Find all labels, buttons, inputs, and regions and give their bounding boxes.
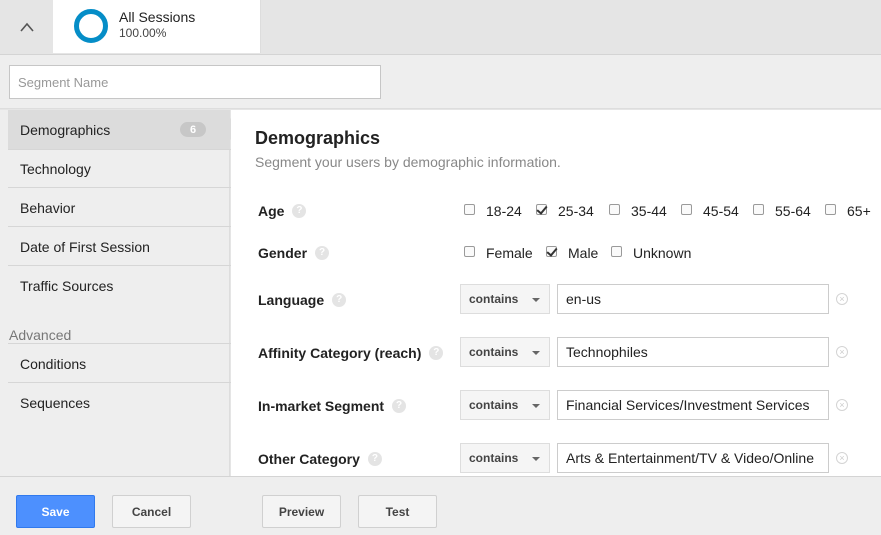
chevron-up-icon [19,22,34,32]
checkbox-label: 25-34 [558,203,594,219]
language-value-input[interactable] [557,284,829,314]
sidebar-item-date-of-first-session[interactable]: Date of First Session [8,227,246,266]
sidebar-item-label: Traffic Sources [20,277,114,294]
checkbox-box[interactable] [464,245,475,257]
checkbox-label: 45-54 [703,203,739,219]
sidebar-item-traffic-sources[interactable]: Traffic Sources [8,266,246,305]
affinity-operator-select[interactable]: contains [460,337,550,367]
segment-card[interactable]: All Sessions 100.00% [53,0,261,53]
checkbox-label: Unknown [633,245,692,261]
help-icon[interactable]: ? [392,399,407,413]
checkbox-label: 65+ [847,203,871,219]
sidebar-item-behavior[interactable]: Behavior [8,188,246,227]
in-market-value-input[interactable] [557,390,829,420]
operator-value: contains [469,292,519,306]
gender-male-checkbox[interactable]: Male [546,245,598,261]
field-label-text: Gender [258,245,308,261]
age-25-34-checkbox[interactable]: 25-34 [536,203,594,219]
sidebar-item-label: Conditions [20,355,87,372]
save-button[interactable]: Save [16,495,95,528]
checkbox-label: Female [486,245,533,261]
field-label-text: Language [258,292,325,308]
checkbox-box[interactable] [546,245,557,257]
collapse-button[interactable] [0,0,53,53]
sidebar-item-demographics[interactable]: Demographics 6 [8,110,230,149]
age-label: Age ? [258,203,307,219]
advanced-heading: Advanced [9,327,72,343]
other-category-operator-select[interactable]: contains [460,443,550,473]
sidebar-item-conditions[interactable]: Conditions [8,344,246,383]
caret-down-icon [532,457,540,461]
help-icon[interactable]: ? [292,204,307,218]
field-label-text: In-market Segment [258,398,385,414]
checkbox-label: 55-64 [775,203,811,219]
action-bar: Save Cancel Preview Test [0,476,881,535]
demographics-panel: Demographics Segment your users by demog… [231,110,881,476]
affinity-category-label: Affinity Category (reach) ? [258,345,444,361]
help-icon[interactable]: ? [429,346,444,360]
test-button[interactable]: Test [358,495,437,528]
in-market-operator-select[interactable]: contains [460,390,550,420]
preview-button[interactable]: Preview [262,495,341,528]
sidebar-item-technology[interactable]: Technology [8,149,246,188]
language-operator-select[interactable]: contains [460,284,550,314]
cancel-button[interactable]: Cancel [112,495,191,528]
in-market-segment-label: In-market Segment ? [258,398,407,414]
caret-down-icon [532,404,540,408]
caret-down-icon [532,298,540,302]
sidebar-item-label: Date of First Session [20,238,150,255]
segment-name-input[interactable] [9,65,381,99]
segment-percent: 100.00% [119,26,167,40]
help-icon[interactable]: ? [332,293,347,307]
sidebar-item-label: Technology [20,160,91,177]
filter-count-badge: 6 [180,122,206,137]
checkbox-box[interactable] [681,203,692,215]
field-label-text: Age [258,203,285,219]
panel-title: Demographics [255,128,381,148]
segment-header: All Sessions 100.00% [0,0,881,55]
sidebar-item-sequences[interactable]: Sequences [8,383,246,422]
other-category-value-input[interactable] [557,443,829,473]
clear-icon[interactable]: × [836,452,848,464]
other-category-label: Other Category ? [258,451,382,467]
affinity-value-input[interactable] [557,337,829,367]
clear-icon[interactable]: × [836,346,848,358]
clear-icon[interactable]: × [836,399,848,411]
sidebar-item-label: Sequences [20,394,91,411]
language-label: Language ? [258,292,347,308]
checkbox-label: Male [568,245,599,261]
operator-value: contains [469,345,519,359]
operator-value: contains [469,398,519,412]
segment-ring-icon [74,9,108,43]
checkbox-label: 18-24 [486,203,522,219]
gender-female-checkbox[interactable]: Female [464,245,533,261]
segment-name-row [0,55,881,109]
age-55-64-checkbox[interactable]: 55-64 [753,203,811,219]
sidebar-item-label: Behavior [20,199,76,216]
checkbox-box[interactable] [611,245,622,257]
checkbox-box[interactable] [825,203,836,215]
help-icon[interactable]: ? [367,452,382,466]
age-18-24-checkbox[interactable]: 18-24 [464,203,522,219]
checkbox-box[interactable] [464,203,475,215]
segment-name: All Sessions [119,9,196,25]
caret-down-icon [532,351,540,355]
age-35-44-checkbox[interactable]: 35-44 [609,203,667,219]
sidebar-item-label: Demographics [20,121,111,138]
checkbox-label: 35-44 [631,203,667,219]
gender-label: Gender ? [258,245,330,261]
operator-value: contains [469,451,519,465]
checkbox-box[interactable] [536,203,547,215]
sidebar: Demographics 6 Technology Behavior Date … [0,110,246,476]
checkbox-box[interactable] [753,203,764,215]
field-label-text: Affinity Category (reach) [258,345,422,361]
panel-subtitle: Segment your users by demographic inform… [255,154,561,170]
checkbox-box[interactable] [609,203,620,215]
age-45-54-checkbox[interactable]: 45-54 [681,203,739,219]
clear-icon[interactable]: × [836,293,848,305]
age-65-plus-checkbox[interactable]: 65+ [825,203,871,219]
help-icon[interactable]: ? [315,246,330,260]
field-label-text: Other Category [258,451,360,467]
gender-unknown-checkbox[interactable]: Unknown [611,245,691,261]
